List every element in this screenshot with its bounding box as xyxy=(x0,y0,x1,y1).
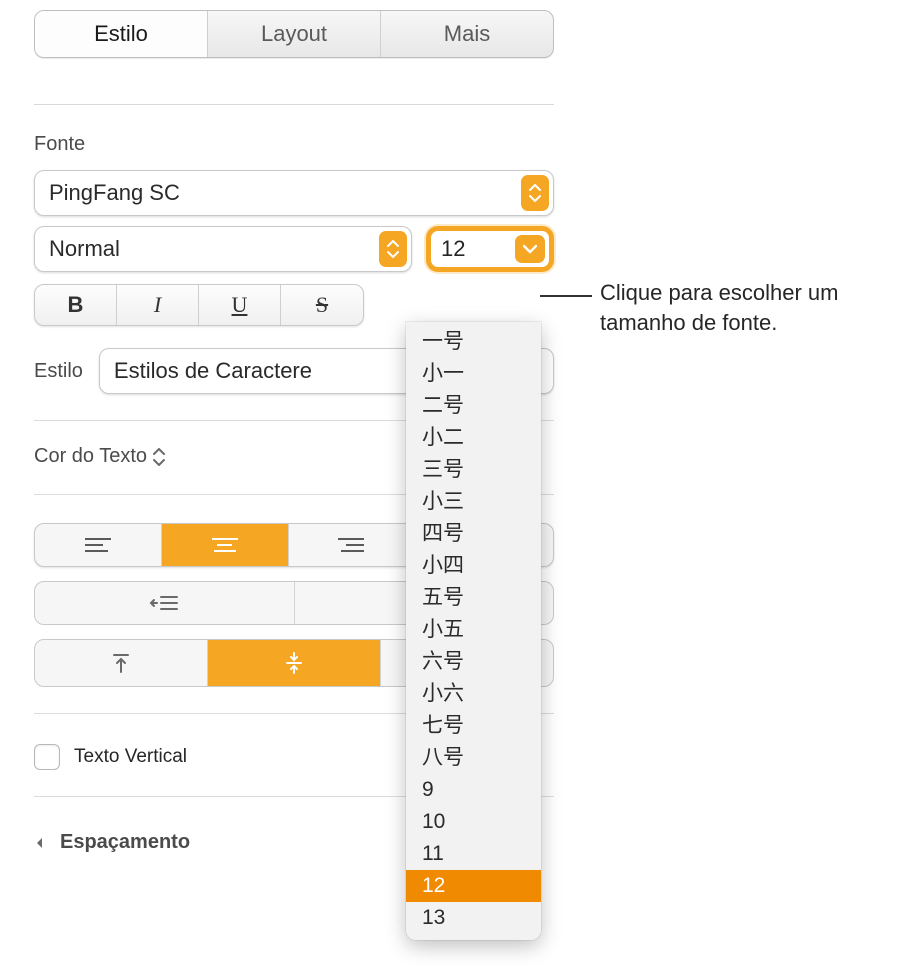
font-size-value: 12 xyxy=(441,236,465,262)
sort-icon xyxy=(153,448,169,466)
italic-button[interactable]: I xyxy=(117,285,199,325)
font-size-menu: 一号小一二号小二三号小三四号小四五号小五六号小六七号八号910111213 xyxy=(406,322,541,940)
size-option[interactable]: 9 xyxy=(406,774,541,806)
callout-text: Clique para escolher um tamanho de fonte… xyxy=(600,278,910,337)
spacing-label: Espaçamento xyxy=(60,831,190,854)
tab-more-label: Mais xyxy=(444,21,490,47)
text-color-label: Cor do Texto xyxy=(34,445,147,468)
valign-middle-button[interactable] xyxy=(208,640,381,686)
font-weight-select[interactable]: Normal xyxy=(34,226,412,272)
chevron-icon xyxy=(34,835,50,851)
size-option[interactable]: 11 xyxy=(406,838,541,870)
strike-button[interactable]: S xyxy=(281,285,363,325)
tab-more[interactable]: Mais xyxy=(381,11,553,57)
size-option[interactable]: 小六 xyxy=(406,678,541,710)
size-option[interactable]: 八号 xyxy=(406,742,541,774)
size-option[interactable]: 三号 xyxy=(406,454,541,486)
bold-button[interactable]: B xyxy=(35,285,117,325)
underline-button[interactable]: U xyxy=(199,285,281,325)
tab-layout[interactable]: Layout xyxy=(208,11,381,57)
size-option[interactable]: 五号 xyxy=(406,582,541,614)
size-option[interactable]: 小二 xyxy=(406,422,541,454)
size-option[interactable]: 13 xyxy=(406,902,541,934)
font-weight-value: Normal xyxy=(49,236,120,262)
align-center-button[interactable] xyxy=(162,524,289,566)
callout-leader xyxy=(540,295,592,297)
vertical-text-checkbox[interactable] xyxy=(34,744,60,770)
stepper-icon xyxy=(521,175,549,211)
align-left-button[interactable] xyxy=(35,524,162,566)
tab-style[interactable]: Estilo xyxy=(35,11,208,57)
size-option[interactable]: 一号 xyxy=(406,326,541,358)
divider xyxy=(34,104,554,105)
style-label: Estilo xyxy=(34,360,83,383)
valign-top-button[interactable] xyxy=(35,640,208,686)
size-option[interactable]: 12 xyxy=(406,870,541,902)
format-tabs: Estilo Layout Mais xyxy=(34,10,554,58)
text-color-control[interactable]: Cor do Texto xyxy=(34,445,169,468)
size-option[interactable]: 七号 xyxy=(406,710,541,742)
chevron-down-icon xyxy=(515,235,545,263)
text-style-segmented: B I U S xyxy=(34,284,364,326)
font-family-select[interactable]: PingFang SC xyxy=(34,170,554,216)
font-size-select[interactable]: 12 xyxy=(426,226,554,272)
font-section-title: Fonte xyxy=(34,133,554,156)
vertical-text-label: Texto Vertical xyxy=(74,746,187,768)
size-option[interactable]: 六号 xyxy=(406,646,541,678)
align-right-button[interactable] xyxy=(289,524,416,566)
size-option[interactable]: 小四 xyxy=(406,550,541,582)
font-family-value: PingFang SC xyxy=(49,180,180,206)
tab-layout-label: Layout xyxy=(261,21,327,47)
outdent-button[interactable] xyxy=(35,582,295,624)
size-option[interactable]: 小五 xyxy=(406,614,541,646)
size-option[interactable]: 10 xyxy=(406,806,541,838)
character-style-value: Estilos de Caractere xyxy=(114,358,312,384)
size-option[interactable]: 四号 xyxy=(406,518,541,550)
size-option[interactable]: 小一 xyxy=(406,358,541,390)
size-option[interactable]: 二号 xyxy=(406,390,541,422)
tab-style-label: Estilo xyxy=(94,21,148,47)
stepper-icon xyxy=(379,231,407,267)
size-option[interactable]: 小三 xyxy=(406,486,541,518)
